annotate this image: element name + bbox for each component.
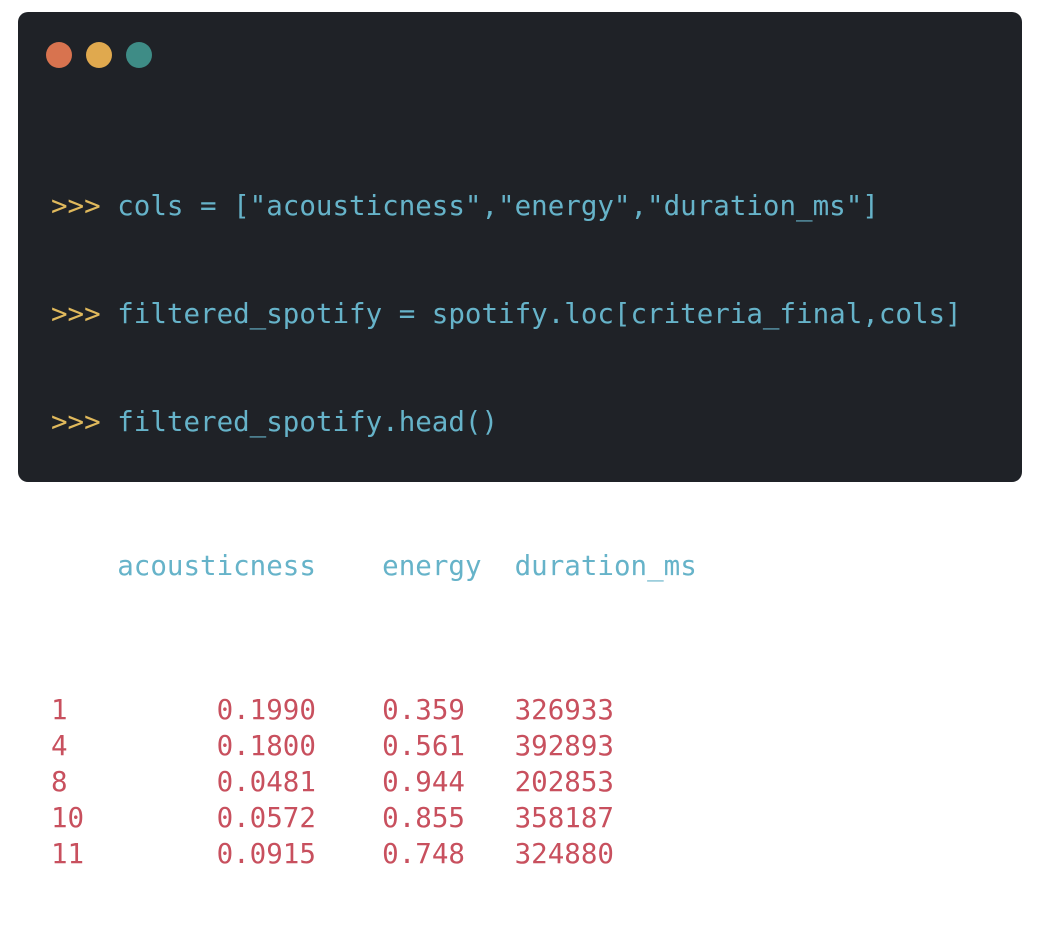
- code-line: >>> filtered_spotify = spotify.loc[crite…: [51, 296, 962, 332]
- cell-energy: 0.855: [382, 802, 482, 834]
- row-index: 4: [51, 730, 118, 762]
- table-row: 11 0.0915 0.748 324880: [51, 836, 962, 872]
- prompt: >>>: [51, 190, 101, 222]
- cell-acousticness: 0.1800: [117, 730, 316, 762]
- output-rows: 1 0.1990 0.359 326933 4 0.1800 0.561 3928…: [51, 692, 962, 872]
- cell-duration-ms: 358187: [514, 802, 614, 834]
- column-header: energy: [382, 550, 482, 582]
- cell-duration-ms: 324880: [514, 838, 614, 870]
- cell-energy: 0.944: [382, 766, 482, 798]
- prompt: >>>: [51, 298, 101, 330]
- minimize-dot-icon[interactable]: [86, 42, 112, 68]
- window-controls: [46, 42, 152, 68]
- cell-acousticness: 0.0481: [117, 766, 316, 798]
- code-line-text: cols = ["acousticness","energy","duratio…: [117, 190, 879, 222]
- code-line-text: filtered_spotify = spotify.loc[criteria_…: [117, 298, 962, 330]
- cell-energy: 0.748: [382, 838, 482, 870]
- cell-acousticness: 0.0915: [117, 838, 316, 870]
- cell-energy: 0.359: [382, 694, 482, 726]
- output-header-row: acousticness energy duration_ms: [51, 548, 962, 584]
- code-line-text: filtered_spotify.head(): [117, 406, 499, 438]
- row-index: 1: [51, 694, 118, 726]
- cell-duration-ms: 202853: [514, 766, 614, 798]
- table-row: 8 0.0481 0.944 202853: [51, 764, 962, 800]
- table-row: 1 0.1990 0.359 326933: [51, 692, 962, 728]
- cell-energy: 0.561: [382, 730, 482, 762]
- terminal-window: >>> cols = ["acousticness","energy","dur…: [18, 12, 1022, 870]
- close-dot-icon[interactable]: [46, 42, 72, 68]
- column-header: duration_ms: [514, 550, 697, 582]
- code-line: >>> filtered_spotify.head(): [51, 404, 962, 440]
- table-row: 4 0.1800 0.561 392893: [51, 728, 962, 764]
- zoom-dot-icon[interactable]: [126, 42, 152, 68]
- code-block: >>> cols = ["acousticness","energy","dur…: [51, 116, 962, 944]
- cell-duration-ms: 326933: [514, 694, 614, 726]
- prompt: >>>: [51, 406, 101, 438]
- code-line: >>> cols = ["acousticness","energy","dur…: [51, 188, 962, 224]
- row-index: 8: [51, 766, 118, 798]
- cell-acousticness: 0.1990: [117, 694, 316, 726]
- row-index: 11: [51, 838, 118, 870]
- cell-acousticness: 0.0572: [117, 802, 316, 834]
- row-index: 10: [51, 802, 118, 834]
- column-header: acousticness: [117, 550, 316, 582]
- cell-duration-ms: 392893: [514, 730, 614, 762]
- table-row: 10 0.0572 0.855 358187: [51, 800, 962, 836]
